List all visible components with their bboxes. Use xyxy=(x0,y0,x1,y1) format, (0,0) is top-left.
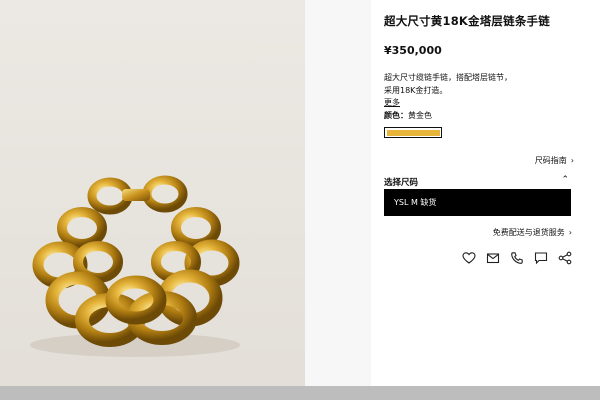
product-image xyxy=(0,0,305,400)
color-label: 颜色： xyxy=(384,111,408,120)
color-row: 颜色：黄金色 xyxy=(384,110,432,121)
size-guide-link[interactable]: 尺码指南 › xyxy=(535,155,574,166)
product-details-panel: 超大尺寸黄18K金塔层链条手链 ¥350,000 超大尺寸缆链手链，搭配塔层链节… xyxy=(384,0,574,386)
chevron-up-icon: ⌃ xyxy=(561,175,569,185)
phone-icon[interactable] xyxy=(510,251,524,265)
chevron-right-icon: › xyxy=(570,156,574,165)
description-line: 采用18K金打造。 xyxy=(384,86,448,95)
chevron-right-icon: › xyxy=(568,228,572,237)
share-icon[interactable] xyxy=(558,251,572,265)
swatch-fill xyxy=(386,129,440,136)
mail-icon[interactable] xyxy=(486,251,500,265)
size-option-text: YSL M 缺货 xyxy=(394,198,437,207)
product-title: 超大尺寸黄18K金塔层链条手链 xyxy=(384,14,550,28)
color-swatch-gold[interactable] xyxy=(384,127,442,138)
more-link[interactable]: 更多 xyxy=(384,97,400,108)
color-value: 黄金色 xyxy=(408,111,432,120)
product-description: 超大尺寸缆链手链，搭配塔层链节， 采用18K金打造。 xyxy=(384,71,574,97)
heart-icon[interactable] xyxy=(462,251,476,265)
action-icons-row xyxy=(462,251,574,265)
shipping-returns-link[interactable]: 免费配送与退货服务 › xyxy=(493,227,572,238)
product-price: ¥350,000 xyxy=(384,44,442,57)
size-guide-label: 尺码指南 xyxy=(534,156,567,165)
image-gutter xyxy=(305,0,371,400)
chat-icon[interactable] xyxy=(534,251,548,265)
select-size-label: 选择尺码 xyxy=(384,178,419,188)
bottom-scroll-bar[interactable] xyxy=(0,386,600,400)
shipping-label: 免费配送与退货服务 xyxy=(492,228,565,237)
description-line: 超大尺寸缆链手链，搭配塔层链节， xyxy=(384,73,512,82)
size-option-selected[interactable]: YSL M 缺货 xyxy=(384,189,571,216)
select-size-toggle[interactable]: 选择尺码 ⌃ xyxy=(384,175,571,188)
product-page: 超大尺寸黄18K金塔层链条手链 ¥350,000 超大尺寸缆链手链，搭配塔层链节… xyxy=(0,0,600,400)
